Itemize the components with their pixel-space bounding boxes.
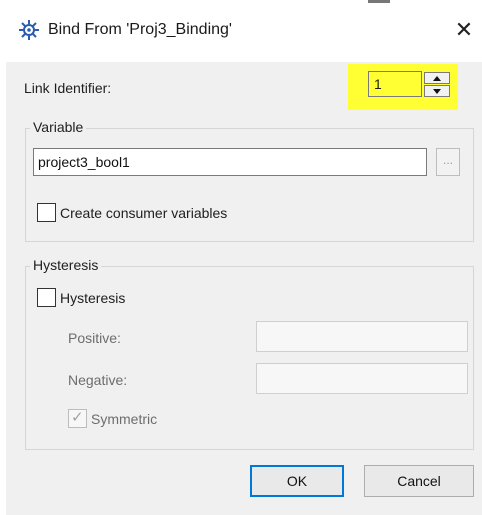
symmetric-checkbox[interactable]: ✓ xyxy=(68,409,87,428)
hysteresis-checkbox[interactable] xyxy=(37,288,56,307)
variable-group xyxy=(25,128,474,242)
spin-up-button[interactable] xyxy=(424,72,450,84)
checkmark-icon: ✓ xyxy=(71,409,84,426)
chevron-down-icon xyxy=(433,89,441,94)
create-consumer-label: Create consumer variables xyxy=(60,205,228,221)
hysteresis-checkbox-label: Hysteresis xyxy=(60,290,126,306)
cancel-button[interactable]: Cancel xyxy=(364,465,474,497)
top-edge-mark xyxy=(368,0,390,3)
chevron-up-icon xyxy=(433,76,441,81)
close-button[interactable]: ✕ xyxy=(452,16,476,44)
hysteresis-group-title: Hysteresis xyxy=(30,257,102,273)
window-title: Bind From 'Proj3_Binding' xyxy=(48,21,232,38)
spin-down-button[interactable] xyxy=(424,85,450,97)
link-identifier-label: Link Identifier: xyxy=(24,80,112,96)
ok-button[interactable]: OK xyxy=(250,465,344,497)
close-icon: ✕ xyxy=(454,17,474,42)
positive-label: Positive: xyxy=(68,330,121,346)
gear-network-icon xyxy=(19,20,39,40)
create-consumer-checkbox[interactable] xyxy=(37,203,56,222)
variable-group-title: Variable xyxy=(30,119,87,135)
browse-button[interactable]: ... xyxy=(436,148,460,176)
title-bar: Bind From 'Proj3_Binding' ✕ xyxy=(0,0,482,62)
negative-label: Negative: xyxy=(68,372,128,388)
variable-input[interactable]: project3_bool1 xyxy=(33,148,427,176)
positive-input[interactable] xyxy=(256,321,468,352)
link-identifier-input[interactable]: 1 xyxy=(368,71,422,97)
negative-input[interactable] xyxy=(256,363,468,394)
symmetric-label: Symmetric xyxy=(91,411,158,427)
